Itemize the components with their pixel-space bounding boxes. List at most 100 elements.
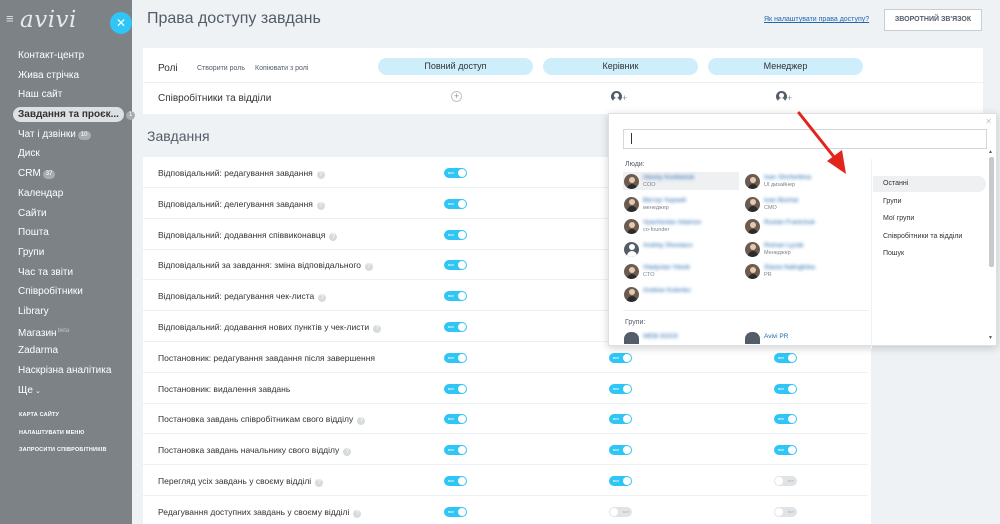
permission-toggle[interactable]: вкл xyxy=(444,506,467,517)
toggle-knob xyxy=(458,415,466,424)
person-item[interactable]: Ruslan Frantchuk xyxy=(744,217,860,235)
popup-scrollbar[interactable]: ▲ ▼ xyxy=(988,149,995,341)
scrollbar-thumb[interactable] xyxy=(989,157,994,267)
permission-toggle[interactable]: вкл xyxy=(609,414,632,425)
group-member-icon[interactable]: + xyxy=(776,91,792,103)
person-item[interactable]: Roman Lyzak Менеджер xyxy=(744,240,860,258)
sidebar-bottom-link[interactable]: ЗАПРОСИТИ СПІВРОБІТНИКІВ xyxy=(0,442,132,460)
person-name: Ivan Bochar xyxy=(764,196,799,204)
feedback-button[interactable]: ЗВОРОТНИЙ ЗВ'ЯЗОК xyxy=(884,9,982,31)
sidebar-item[interactable]: Контакт-центр xyxy=(0,46,132,66)
create-role-link[interactable]: Створити роль xyxy=(197,65,245,72)
sidebar-item[interactable]: CRM 37 xyxy=(0,164,132,184)
sidebar-item[interactable]: Час та звіти xyxy=(0,263,132,283)
permission-toggle[interactable]: вкл xyxy=(774,476,797,486)
permission-toggle[interactable]: вкл xyxy=(774,414,797,425)
add-member-icon[interactable]: + xyxy=(451,91,462,102)
permission-toggle[interactable]: вкл xyxy=(444,168,467,178)
person-item[interactable]: Ivan Bochar CMO xyxy=(744,195,860,213)
sidebar-item[interactable]: Календар xyxy=(0,184,132,204)
sidebar-bottom-link[interactable]: КАРТА САЙТУ xyxy=(0,407,132,425)
sidebar-item[interactable]: Сайти xyxy=(0,204,132,224)
sidebar-item[interactable]: Чат і дзвінки 10 xyxy=(0,125,132,145)
group-item[interactable]: WEB-SOCK xyxy=(623,332,739,344)
sidebar-item[interactable]: Завдання та проєк... 1 xyxy=(0,105,136,125)
help-icon[interactable]: ? xyxy=(364,263,373,272)
person-item[interactable]: Vladyslav Vlasik CTO xyxy=(623,262,739,280)
permission-toggle[interactable]: вкл xyxy=(774,383,797,394)
help-icon[interactable]: ? xyxy=(329,232,338,241)
sidebar-item[interactable]: Library xyxy=(0,302,132,322)
help-icon[interactable]: ? xyxy=(315,479,324,487)
permission-toggle[interactable]: вкл xyxy=(774,506,797,517)
selector-nav-item[interactable]: Пошук xyxy=(873,246,986,262)
group-member-icon[interactable]: + xyxy=(611,91,627,103)
sidebar-item[interactable]: Ще ⌄ xyxy=(0,381,132,401)
role-column-manager-head[interactable]: Керівник xyxy=(543,58,698,75)
copy-from-role-link[interactable]: Копіювати з ролі xyxy=(255,65,308,72)
selector-nav-item[interactable]: Мої групи xyxy=(873,211,986,227)
person-item[interactable]: Andrey Shostaco xyxy=(623,240,739,258)
sidebar-item[interactable]: Пошта xyxy=(0,223,132,243)
toggle-text: вкл xyxy=(448,478,455,483)
selector-nav-item[interactable]: Останні xyxy=(873,176,986,192)
help-icon[interactable]: ? xyxy=(373,325,382,333)
permission-toggle[interactable]: вкл xyxy=(774,352,797,363)
collapse-sidebar-icon[interactable]: ✕ xyxy=(110,12,132,34)
sidebar-item[interactable]: Zadarma xyxy=(0,341,132,361)
help-icon[interactable]: ? xyxy=(316,201,325,210)
help-icon[interactable]: ? xyxy=(353,509,362,518)
logo[interactable]: avivi xyxy=(20,7,77,33)
sidebar-item[interactable]: Магазинbeta xyxy=(0,322,132,342)
group-item[interactable]: Avivi PR xyxy=(744,332,860,344)
permission-toggle[interactable]: вкл xyxy=(444,291,467,302)
permission-toggle[interactable]: вкл xyxy=(609,476,632,486)
sidebar-item[interactable]: Наш сайт xyxy=(0,85,132,105)
person-item[interactable]: Ivan Shcherbina UI дизайнер xyxy=(744,172,860,190)
help-icon[interactable]: ? xyxy=(343,448,352,457)
sidebar-item[interactable]: Наскрізна аналітика xyxy=(0,361,132,381)
help-icon[interactable]: ? xyxy=(318,294,327,303)
member-selector-popup: ✕ Люди: Alexey Kovbasiuk COO Ivan Shcherbi… xyxy=(608,113,997,349)
scroll-down-icon[interactable]: ▼ xyxy=(988,335,993,341)
permission-toggle[interactable]: вкл xyxy=(609,506,632,517)
sidebar-item[interactable]: Жива стрічка xyxy=(0,66,132,86)
member-search-input[interactable] xyxy=(623,129,987,149)
permission-toggle[interactable]: вкл xyxy=(444,198,467,209)
permission-toggle[interactable]: вкл xyxy=(444,229,467,240)
person-item[interactable]: Віктор Чорний менеджер xyxy=(623,195,739,213)
permission-toggle[interactable]: вкл xyxy=(444,352,467,363)
close-icon[interactable]: ✕ xyxy=(985,117,992,126)
sidebar-item[interactable]: Диск xyxy=(0,144,132,164)
menu-icon[interactable]: ≡ xyxy=(6,12,14,25)
sidebar-item-label: Чат і дзвінки xyxy=(18,128,76,140)
selector-nav-item[interactable]: Співробітники та відділи xyxy=(873,229,986,245)
role-column-full-access[interactable]: Повний доступ xyxy=(378,58,533,75)
permission-toggle[interactable]: вкл xyxy=(444,414,467,425)
selector-nav-item[interactable]: Групи xyxy=(873,194,986,210)
role-column-manager[interactable]: Менеджер xyxy=(708,58,863,75)
person-item[interactable]: Stasia Nalivgilska PR xyxy=(744,262,860,280)
sidebar-item[interactable]: Співробітники xyxy=(0,282,132,302)
permission-toggle[interactable]: вкл xyxy=(609,383,632,394)
sidebar-item[interactable]: Групи xyxy=(0,243,132,263)
scroll-up-icon[interactable]: ▲ xyxy=(988,149,993,155)
person-item[interactable]: Andrew Kotenko xyxy=(623,285,739,303)
person-item[interactable]: Vyacheslav Adamov co-founder xyxy=(623,217,739,235)
permission-toggle[interactable]: вкл xyxy=(444,322,467,332)
person-item[interactable]: Alexey Kovbasiuk COO xyxy=(623,172,739,190)
permission-toggle[interactable]: вкл xyxy=(774,445,797,456)
help-link[interactable]: Як налаштувати права доступу? xyxy=(764,16,869,23)
permission-toggle[interactable]: вкл xyxy=(609,445,632,456)
person-name: Roman Lyzak xyxy=(764,241,804,249)
sidebar-header: ≡ avivi ✕ xyxy=(0,0,132,46)
permission-toggle[interactable]: вкл xyxy=(609,352,632,363)
counter-badge: 1 xyxy=(125,111,136,121)
help-icon[interactable]: ? xyxy=(357,417,366,426)
permission-toggle[interactable]: вкл xyxy=(444,445,467,456)
permission-toggle[interactable]: вкл xyxy=(444,260,467,271)
sidebar-bottom-link[interactable]: НАЛАШТУВАТИ МЕНЮ xyxy=(0,425,132,443)
permission-toggle[interactable]: вкл xyxy=(444,383,467,394)
help-icon[interactable]: ? xyxy=(316,171,325,179)
permission-toggle[interactable]: вкл xyxy=(444,476,467,486)
